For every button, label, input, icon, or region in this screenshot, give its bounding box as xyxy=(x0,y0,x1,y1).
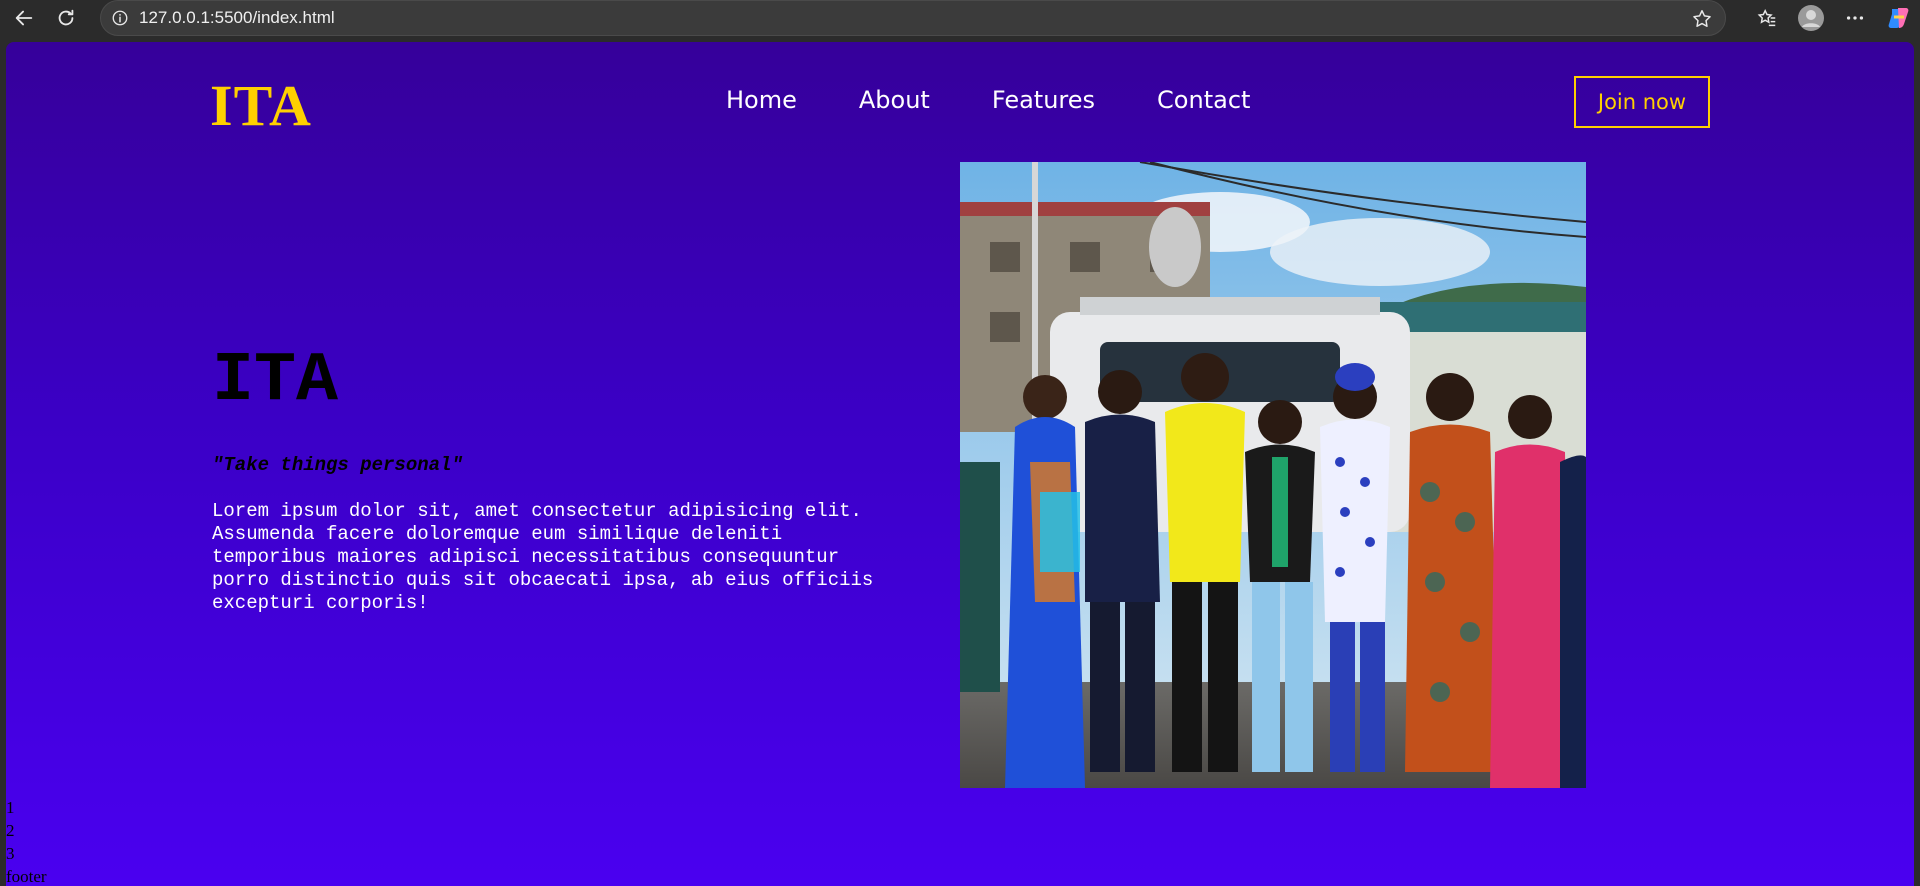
nav-features[interactable]: Features xyxy=(992,86,1095,114)
favorites-icon[interactable] xyxy=(1752,3,1782,33)
list-item: 2 xyxy=(6,821,15,840)
hero-title: ITA xyxy=(212,342,339,421)
star-icon[interactable] xyxy=(1691,8,1713,30)
browser-toolbar: 127.0.0.1:5500/index.html xyxy=(0,0,1920,36)
url-text[interactable]: 127.0.0.1:5500/index.html xyxy=(139,8,335,28)
reload-icon[interactable] xyxy=(48,0,84,36)
hero-description: Lorem ipsum dolor sit, amet consectetur … xyxy=(212,500,874,614)
page-viewport: ITA Home About Features Contact Join now… xyxy=(6,42,1914,886)
footer-text: footer xyxy=(6,867,47,886)
bottom-list: 1 2 3 footer xyxy=(6,796,47,886)
hero-quote: "Take things personal" xyxy=(212,454,463,476)
nav-contact[interactable]: Contact xyxy=(1157,86,1250,114)
nav-home[interactable]: Home xyxy=(726,86,797,114)
join-now-button[interactable]: Join now xyxy=(1574,76,1710,128)
profile-avatar-icon[interactable] xyxy=(1796,3,1826,33)
info-icon[interactable] xyxy=(111,9,129,27)
list-item: 3 xyxy=(6,844,15,863)
nav-about[interactable]: About xyxy=(859,86,930,114)
site-logo[interactable]: ITA xyxy=(210,72,312,139)
list-item: 1 xyxy=(6,798,15,817)
copilot-icon[interactable] xyxy=(1884,3,1914,33)
more-options-icon[interactable] xyxy=(1840,3,1870,33)
main-nav: Home About Features Contact xyxy=(726,86,1250,114)
back-icon[interactable] xyxy=(6,0,42,36)
address-bar[interactable]: 127.0.0.1:5500/index.html xyxy=(100,0,1726,36)
group-photo xyxy=(960,162,1586,788)
